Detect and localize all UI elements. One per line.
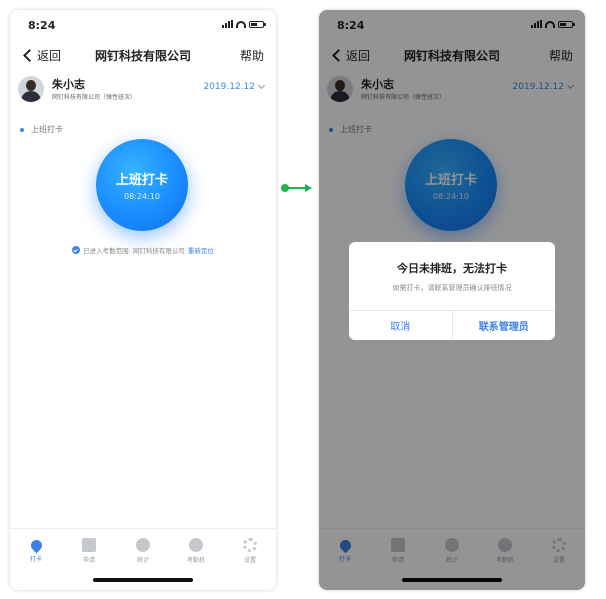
status-time: 8:24 (28, 19, 56, 32)
avatar (18, 76, 44, 102)
user-name: 朱小志 (52, 78, 85, 91)
attendance-range-note: 已进入考勤范围: 网钉科技有限公司 重新定位 (10, 245, 276, 255)
check-circle-icon (72, 246, 81, 254)
location-pin-icon (28, 537, 44, 554)
signal-icon (222, 20, 233, 28)
battery-icon (249, 20, 266, 28)
tab-label: 申请 (82, 557, 95, 564)
nav-bar: 返回 网钉科技有限公司 帮助 (10, 44, 276, 68)
section-heading: 上班打卡 (20, 124, 63, 135)
timeline-dot-icon (20, 127, 24, 132)
relocate-link[interactable]: 重新定位 (188, 245, 214, 255)
stats-icon (136, 538, 150, 552)
punch-time: 08:24:10 (124, 192, 160, 201)
page-title: 网钉科技有限公司 (94, 49, 191, 63)
home-indicator (93, 578, 193, 582)
approve-icon (82, 538, 96, 552)
transition-arrow-icon (281, 184, 313, 192)
status-icons (222, 20, 266, 28)
device-icon (189, 538, 203, 552)
punch-in-button[interactable]: 上班打卡 08:24:10 (96, 139, 188, 231)
status-bar: 8:24 (10, 10, 276, 38)
dialog-title: 今日未排班，无法打卡 (397, 262, 507, 275)
chevron-down-icon (257, 81, 266, 90)
dialog-message: 如需打卡，请联系管理员确认排班情况 (392, 284, 512, 292)
section-label: 上班打卡 (31, 125, 63, 134)
user-company: 网钉科技有限公司（弹性班次） (52, 92, 136, 101)
cancel-button[interactable]: 取消 (349, 311, 452, 340)
tab-label: 统计 (136, 557, 149, 564)
phone-screen-after: 8:24 返回 网钉科技有限公司 帮助 朱小志 网钉科技有限公司（弹性班次） 2… (319, 10, 585, 590)
date-value: 2019.12.12 (203, 82, 255, 92)
tab-apply[interactable]: 申请 (69, 538, 109, 564)
gear-icon (243, 538, 257, 552)
tab-label: 考勤机 (186, 557, 205, 564)
tab-bar: 打卡 申请 统计 考勤机 设置 (10, 528, 276, 590)
user-info-row: 朱小志 网钉科技有限公司（弹性班次） 2019.12.12 (10, 74, 276, 108)
tab-stats[interactable]: 统计 (123, 538, 163, 564)
help-button[interactable]: 帮助 (240, 47, 264, 64)
contact-admin-button[interactable]: 联系管理员 (451, 311, 556, 340)
tab-label: 打卡 (29, 556, 42, 563)
phone-screen-before: 8:24 返回 网钉科技有限公司 帮助 朱小志 网钉科技有限公司（弹性班次） 2… (10, 10, 276, 590)
range-note-text: 已进入考勤范围: 网钉科技有限公司 (83, 247, 185, 255)
punch-label: 上班打卡 (115, 173, 168, 188)
tab-settings[interactable]: 设置 (230, 538, 270, 564)
tab-punch[interactable]: 打卡 (16, 537, 56, 563)
no-schedule-dialog: 今日未排班，无法打卡 如需打卡，请联系管理员确认排班情况 取消 联系管理员 (349, 242, 555, 340)
dialog-actions: 取消 联系管理员 (349, 310, 555, 340)
wifi-icon (236, 20, 246, 28)
shift-tag: （弹性班次） (100, 94, 137, 101)
tab-label: 设置 (243, 557, 256, 564)
tab-device[interactable]: 考勤机 (176, 538, 216, 564)
user-company-name: 网钉科技有限公司 (52, 94, 101, 101)
date-selector[interactable]: 2019.12.12 (203, 81, 266, 92)
